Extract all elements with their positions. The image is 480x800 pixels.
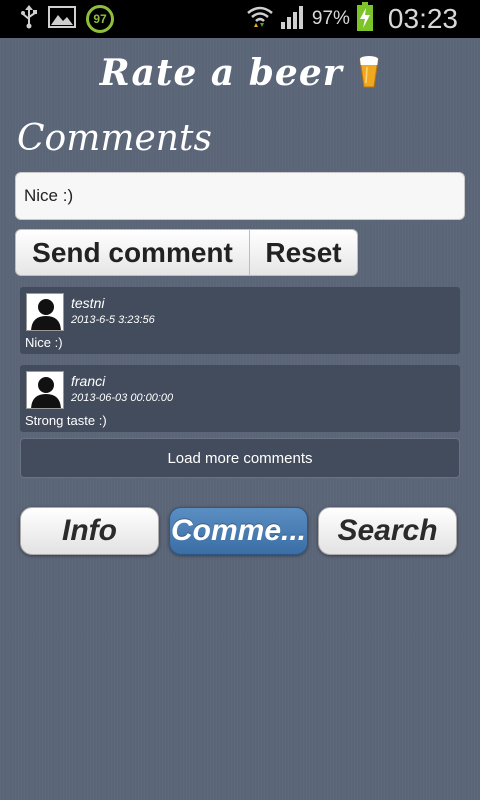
- comment-text: Strong taste :): [25, 413, 107, 428]
- comment-date: 2013-6-5 3:23:56: [71, 314, 155, 326]
- comment-item: franci 2013-06-03 00:00:00 Strong taste …: [20, 365, 460, 432]
- wifi-icon: [246, 3, 274, 35]
- search-tab-button[interactable]: Search: [318, 507, 457, 555]
- clock: 03:23: [387, 3, 458, 34]
- info-tab-button[interactable]: Info: [20, 507, 159, 555]
- load-more-comments-button[interactable]: Load more comments: [20, 438, 460, 478]
- comment-user: testni: [71, 295, 105, 311]
- comments-heading: Comments: [17, 118, 212, 159]
- battery-percent: 97%: [311, 8, 350, 29]
- comment-item: testni 2013-6-5 3:23:56 Nice :): [20, 287, 460, 354]
- notification-badge: 97: [86, 5, 114, 33]
- comment-user: franci: [71, 373, 106, 389]
- avatar-icon: [26, 371, 64, 409]
- reset-button[interactable]: Reset: [250, 229, 358, 276]
- usb-icon: [20, 5, 38, 33]
- comment-date: 2013-06-03 00:00:00: [71, 392, 174, 404]
- avatar-icon: [26, 293, 64, 331]
- beer-glass-icon: [358, 55, 380, 98]
- signal-icon: [280, 4, 306, 34]
- image-icon: [48, 5, 76, 33]
- comment-actions: Send comment Reset: [15, 229, 358, 276]
- comment-input[interactable]: [15, 172, 465, 220]
- comment-text: Nice :): [25, 335, 63, 350]
- app-title-text: Rate a beer: [99, 52, 343, 94]
- comments-tab-button[interactable]: Comme...: [169, 507, 308, 555]
- status-bar: 97 97% 03:23: [0, 0, 480, 38]
- battery-charging-icon: [356, 2, 374, 36]
- send-comment-button[interactable]: Send comment: [15, 229, 250, 276]
- app-title: Rate a beer: [0, 52, 480, 98]
